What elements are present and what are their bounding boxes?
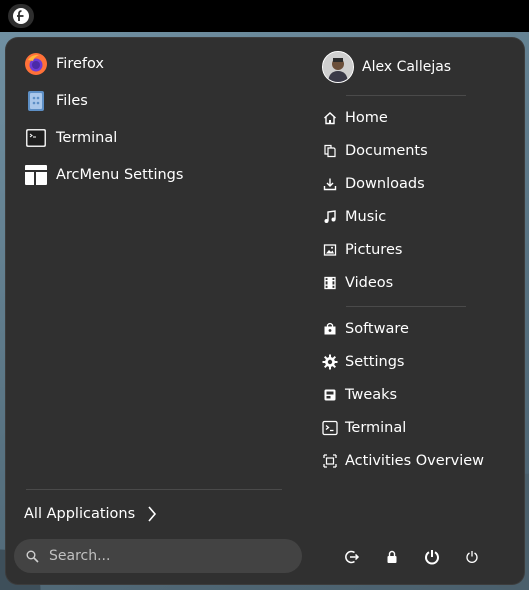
app-label: Files [56,93,88,109]
search-box[interactable] [14,539,302,573]
terminal-icon [322,420,338,436]
system-label: Software [345,321,409,337]
place-label: Home [345,110,388,126]
place-label: Downloads [345,176,425,192]
search-input[interactable] [47,547,281,565]
place-item-documents[interactable]: Documents [322,136,512,166]
place-item-videos[interactable]: Videos [322,268,512,298]
lock-button[interactable] [379,543,405,571]
places-divider [346,306,466,307]
search-icon [26,550,39,563]
music-icon [322,209,338,225]
arc-menu: Firefox Files Terminal ArcMenu Settings … [6,38,524,584]
suspend-button[interactable] [419,543,445,571]
documents-icon [322,143,338,159]
logout-icon [344,549,360,565]
app-label: Terminal [56,130,118,146]
left-divider [26,489,282,490]
system-item-activities-overview[interactable]: Activities Overview [322,446,512,476]
home-icon [322,110,338,126]
settings-gear-icon [322,354,338,370]
place-label: Videos [345,275,394,291]
user-name: Alex Callejas [362,59,452,75]
place-label: Pictures [345,242,403,258]
app-item-terminal[interactable]: Terminal [24,121,286,155]
system-label: Tweaks [345,387,398,403]
system-label: Terminal [345,420,407,436]
all-applications-label: All Applications [24,506,136,522]
system-item-software[interactable]: Software [322,314,512,344]
software-icon [322,321,338,337]
app-label: Firefox [56,56,104,72]
place-label: Documents [345,143,428,159]
downloads-icon [322,176,338,192]
pinned-apps-column: Firefox Files Terminal ArcMenu Settings … [6,38,302,584]
videos-icon [322,275,338,291]
app-item-files[interactable]: Files [24,84,286,118]
system-label: Settings [345,354,405,370]
pictures-icon [322,242,338,258]
user-avatar [322,51,354,83]
system-label: Activities Overview [345,453,485,469]
user-divider [346,95,466,96]
activities-button[interactable] [8,4,34,28]
place-item-downloads[interactable]: Downloads [322,169,512,199]
app-label: ArcMenu Settings [56,167,184,183]
place-item-music[interactable]: Music [322,202,512,232]
arcmenu-settings-icon [24,163,48,187]
terminal-icon [24,126,48,150]
chevron-right-icon [147,505,157,523]
app-item-arcmenu-settings[interactable]: ArcMenu Settings [24,158,286,192]
lock-icon [386,550,398,564]
place-item-pictures[interactable]: Pictures [322,235,512,265]
suspend-icon [424,549,440,565]
tweaks-icon [322,387,338,403]
firefox-icon [24,52,48,76]
place-item-home[interactable]: Home [322,103,512,133]
power-off-icon [465,550,479,564]
activities-overview-icon [322,453,338,469]
user-account-button[interactable]: Alex Callejas [322,50,512,84]
top-bar [0,0,529,32]
logout-button[interactable] [339,543,365,571]
system-item-tweaks[interactable]: Tweaks [322,380,512,410]
app-item-firefox[interactable]: Firefox [24,47,286,81]
place-label: Music [345,209,387,225]
power-off-button[interactable] [459,543,485,571]
files-icon [24,89,48,113]
session-actions [336,543,486,571]
all-applications-button[interactable]: All Applications [24,498,164,530]
system-item-settings[interactable]: Settings [322,347,512,377]
system-item-terminal[interactable]: Terminal [322,413,512,443]
fedora-logo-icon [13,8,29,24]
